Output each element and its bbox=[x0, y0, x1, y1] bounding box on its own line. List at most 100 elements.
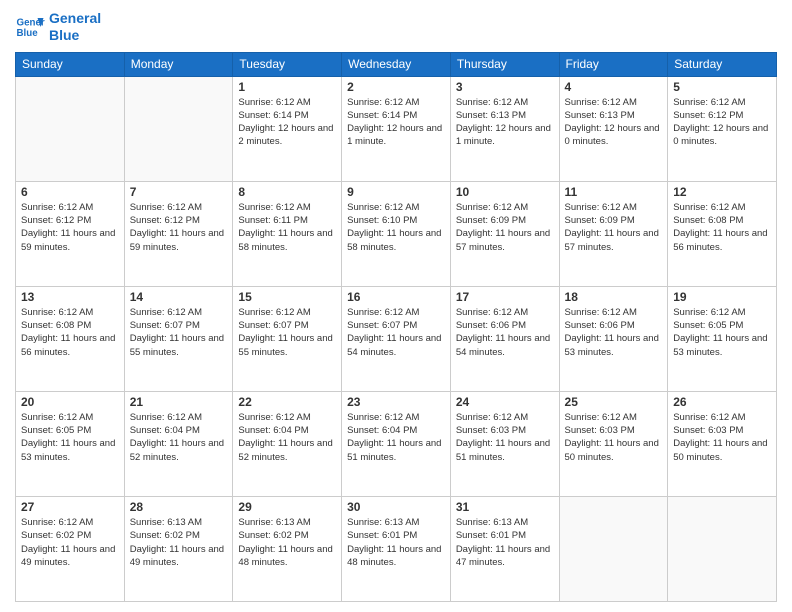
day-info: Sunrise: 6:12 AM Sunset: 6:08 PM Dayligh… bbox=[673, 201, 771, 254]
day-info: Sunrise: 6:12 AM Sunset: 6:12 PM Dayligh… bbox=[673, 96, 771, 149]
day-cell: 8 Sunrise: 6:12 AM Sunset: 6:11 PM Daylig… bbox=[233, 181, 342, 286]
day-number: 9 bbox=[347, 185, 445, 199]
day-number: 5 bbox=[673, 80, 771, 94]
header: General Blue General Blue bbox=[15, 10, 777, 44]
day-cell: 13 Sunrise: 6:12 AM Sunset: 6:08 PM Dayli… bbox=[16, 286, 125, 391]
logo-icon: General Blue bbox=[15, 12, 45, 42]
day-cell bbox=[16, 76, 125, 181]
day-info: Sunrise: 6:12 AM Sunset: 6:07 PM Dayligh… bbox=[130, 306, 228, 359]
day-number: 26 bbox=[673, 395, 771, 409]
weekday-header-friday: Friday bbox=[559, 52, 668, 76]
day-number: 17 bbox=[456, 290, 554, 304]
day-cell: 18 Sunrise: 6:12 AM Sunset: 6:06 PM Dayli… bbox=[559, 286, 668, 391]
day-info: Sunrise: 6:12 AM Sunset: 6:04 PM Dayligh… bbox=[347, 411, 445, 464]
day-number: 12 bbox=[673, 185, 771, 199]
day-number: 16 bbox=[347, 290, 445, 304]
day-cell bbox=[559, 496, 668, 601]
day-info: Sunrise: 6:12 AM Sunset: 6:03 PM Dayligh… bbox=[565, 411, 663, 464]
day-info: Sunrise: 6:12 AM Sunset: 6:14 PM Dayligh… bbox=[347, 96, 445, 149]
day-info: Sunrise: 6:12 AM Sunset: 6:04 PM Dayligh… bbox=[130, 411, 228, 464]
day-number: 25 bbox=[565, 395, 663, 409]
weekday-header-monday: Monday bbox=[124, 52, 233, 76]
day-info: Sunrise: 6:13 AM Sunset: 6:02 PM Dayligh… bbox=[238, 516, 336, 569]
day-cell: 5 Sunrise: 6:12 AM Sunset: 6:12 PM Daylig… bbox=[668, 76, 777, 181]
day-info: Sunrise: 6:12 AM Sunset: 6:05 PM Dayligh… bbox=[21, 411, 119, 464]
day-number: 2 bbox=[347, 80, 445, 94]
day-cell: 23 Sunrise: 6:12 AM Sunset: 6:04 PM Dayli… bbox=[342, 391, 451, 496]
day-info: Sunrise: 6:12 AM Sunset: 6:06 PM Dayligh… bbox=[456, 306, 554, 359]
day-cell: 4 Sunrise: 6:12 AM Sunset: 6:13 PM Daylig… bbox=[559, 76, 668, 181]
day-number: 14 bbox=[130, 290, 228, 304]
day-cell: 9 Sunrise: 6:12 AM Sunset: 6:10 PM Daylig… bbox=[342, 181, 451, 286]
weekday-header-thursday: Thursday bbox=[450, 52, 559, 76]
day-cell: 10 Sunrise: 6:12 AM Sunset: 6:09 PM Dayli… bbox=[450, 181, 559, 286]
day-info: Sunrise: 6:13 AM Sunset: 6:01 PM Dayligh… bbox=[347, 516, 445, 569]
day-number: 18 bbox=[565, 290, 663, 304]
day-info: Sunrise: 6:12 AM Sunset: 6:09 PM Dayligh… bbox=[565, 201, 663, 254]
day-cell: 15 Sunrise: 6:12 AM Sunset: 6:07 PM Dayli… bbox=[233, 286, 342, 391]
day-info: Sunrise: 6:12 AM Sunset: 6:10 PM Dayligh… bbox=[347, 201, 445, 254]
logo: General Blue General Blue bbox=[15, 10, 101, 44]
day-info: Sunrise: 6:12 AM Sunset: 6:12 PM Dayligh… bbox=[21, 201, 119, 254]
day-cell: 16 Sunrise: 6:12 AM Sunset: 6:07 PM Dayli… bbox=[342, 286, 451, 391]
day-cell: 27Sunrise: 6:12 AM Sunset: 6:02 PM Dayli… bbox=[16, 496, 125, 601]
day-cell: 14 Sunrise: 6:12 AM Sunset: 6:07 PM Dayli… bbox=[124, 286, 233, 391]
day-cell: 7Sunrise: 6:12 AM Sunset: 6:12 PM Daylig… bbox=[124, 181, 233, 286]
day-number: 3 bbox=[456, 80, 554, 94]
day-number: 28 bbox=[130, 500, 228, 514]
day-number: 19 bbox=[673, 290, 771, 304]
day-number: 22 bbox=[238, 395, 336, 409]
weekday-header-wednesday: Wednesday bbox=[342, 52, 451, 76]
day-cell: 21 Sunrise: 6:12 AM Sunset: 6:04 PM Dayli… bbox=[124, 391, 233, 496]
day-cell: 20 Sunrise: 6:12 AM Sunset: 6:05 PM Dayli… bbox=[16, 391, 125, 496]
day-number: 29 bbox=[238, 500, 336, 514]
day-number: 1 bbox=[238, 80, 336, 94]
day-cell bbox=[124, 76, 233, 181]
day-cell: 25 Sunrise: 6:12 AM Sunset: 6:03 PM Dayli… bbox=[559, 391, 668, 496]
weekday-header-sunday: Sunday bbox=[16, 52, 125, 76]
day-number: 20 bbox=[21, 395, 119, 409]
week-row-2: 6 Sunrise: 6:12 AM Sunset: 6:12 PM Daylig… bbox=[16, 181, 777, 286]
day-number: 8 bbox=[238, 185, 336, 199]
weekday-header-tuesday: Tuesday bbox=[233, 52, 342, 76]
page: General Blue General Blue SundayMondayTu… bbox=[0, 0, 792, 612]
day-number: 7 bbox=[130, 185, 228, 199]
day-number: 11 bbox=[565, 185, 663, 199]
weekday-header-saturday: Saturday bbox=[668, 52, 777, 76]
day-number: 15 bbox=[238, 290, 336, 304]
day-info: Sunrise: 6:12 AM Sunset: 6:11 PM Dayligh… bbox=[238, 201, 336, 254]
day-info: Sunrise: 6:12 AM Sunset: 6:03 PM Dayligh… bbox=[456, 411, 554, 464]
day-info: Sunrise: 6:13 AM Sunset: 6:02 PM Dayligh… bbox=[130, 516, 228, 569]
day-cell: 22Sunrise: 6:12 AM Sunset: 6:04 PM Dayli… bbox=[233, 391, 342, 496]
day-cell: 28 Sunrise: 6:13 AM Sunset: 6:02 PM Dayli… bbox=[124, 496, 233, 601]
day-info: Sunrise: 6:12 AM Sunset: 6:08 PM Dayligh… bbox=[21, 306, 119, 359]
day-info: Sunrise: 6:12 AM Sunset: 6:09 PM Dayligh… bbox=[456, 201, 554, 254]
day-info: Sunrise: 6:12 AM Sunset: 6:07 PM Dayligh… bbox=[238, 306, 336, 359]
day-number: 6 bbox=[21, 185, 119, 199]
day-number: 24 bbox=[456, 395, 554, 409]
day-cell: 30Sunrise: 6:13 AM Sunset: 6:01 PM Dayli… bbox=[342, 496, 451, 601]
day-number: 23 bbox=[347, 395, 445, 409]
day-info: Sunrise: 6:12 AM Sunset: 6:07 PM Dayligh… bbox=[347, 306, 445, 359]
day-cell: 3 Sunrise: 6:12 AM Sunset: 6:13 PM Daylig… bbox=[450, 76, 559, 181]
day-cell: 11 Sunrise: 6:12 AM Sunset: 6:09 PM Dayli… bbox=[559, 181, 668, 286]
day-number: 31 bbox=[456, 500, 554, 514]
day-info: Sunrise: 6:12 AM Sunset: 6:06 PM Dayligh… bbox=[565, 306, 663, 359]
day-cell: 26 Sunrise: 6:12 AM Sunset: 6:03 PM Dayli… bbox=[668, 391, 777, 496]
logo-text: General Blue bbox=[49, 10, 101, 44]
day-number: 13 bbox=[21, 290, 119, 304]
day-cell: 2 Sunrise: 6:12 AM Sunset: 6:14 PM Daylig… bbox=[342, 76, 451, 181]
day-info: Sunrise: 6:12 AM Sunset: 6:13 PM Dayligh… bbox=[565, 96, 663, 149]
day-info: Sunrise: 6:12 AM Sunset: 6:03 PM Dayligh… bbox=[673, 411, 771, 464]
day-info: Sunrise: 6:12 AM Sunset: 6:05 PM Dayligh… bbox=[673, 306, 771, 359]
day-info: Sunrise: 6:12 AM Sunset: 6:13 PM Dayligh… bbox=[456, 96, 554, 149]
week-row-3: 13 Sunrise: 6:12 AM Sunset: 6:08 PM Dayli… bbox=[16, 286, 777, 391]
day-cell bbox=[668, 496, 777, 601]
day-number: 27 bbox=[21, 500, 119, 514]
day-info: Sunrise: 6:12 AM Sunset: 6:14 PM Dayligh… bbox=[238, 96, 336, 149]
day-number: 21 bbox=[130, 395, 228, 409]
day-number: 10 bbox=[456, 185, 554, 199]
day-cell: 12 Sunrise: 6:12 AM Sunset: 6:08 PM Dayli… bbox=[668, 181, 777, 286]
day-cell: 6 Sunrise: 6:12 AM Sunset: 6:12 PM Daylig… bbox=[16, 181, 125, 286]
day-number: 4 bbox=[565, 80, 663, 94]
